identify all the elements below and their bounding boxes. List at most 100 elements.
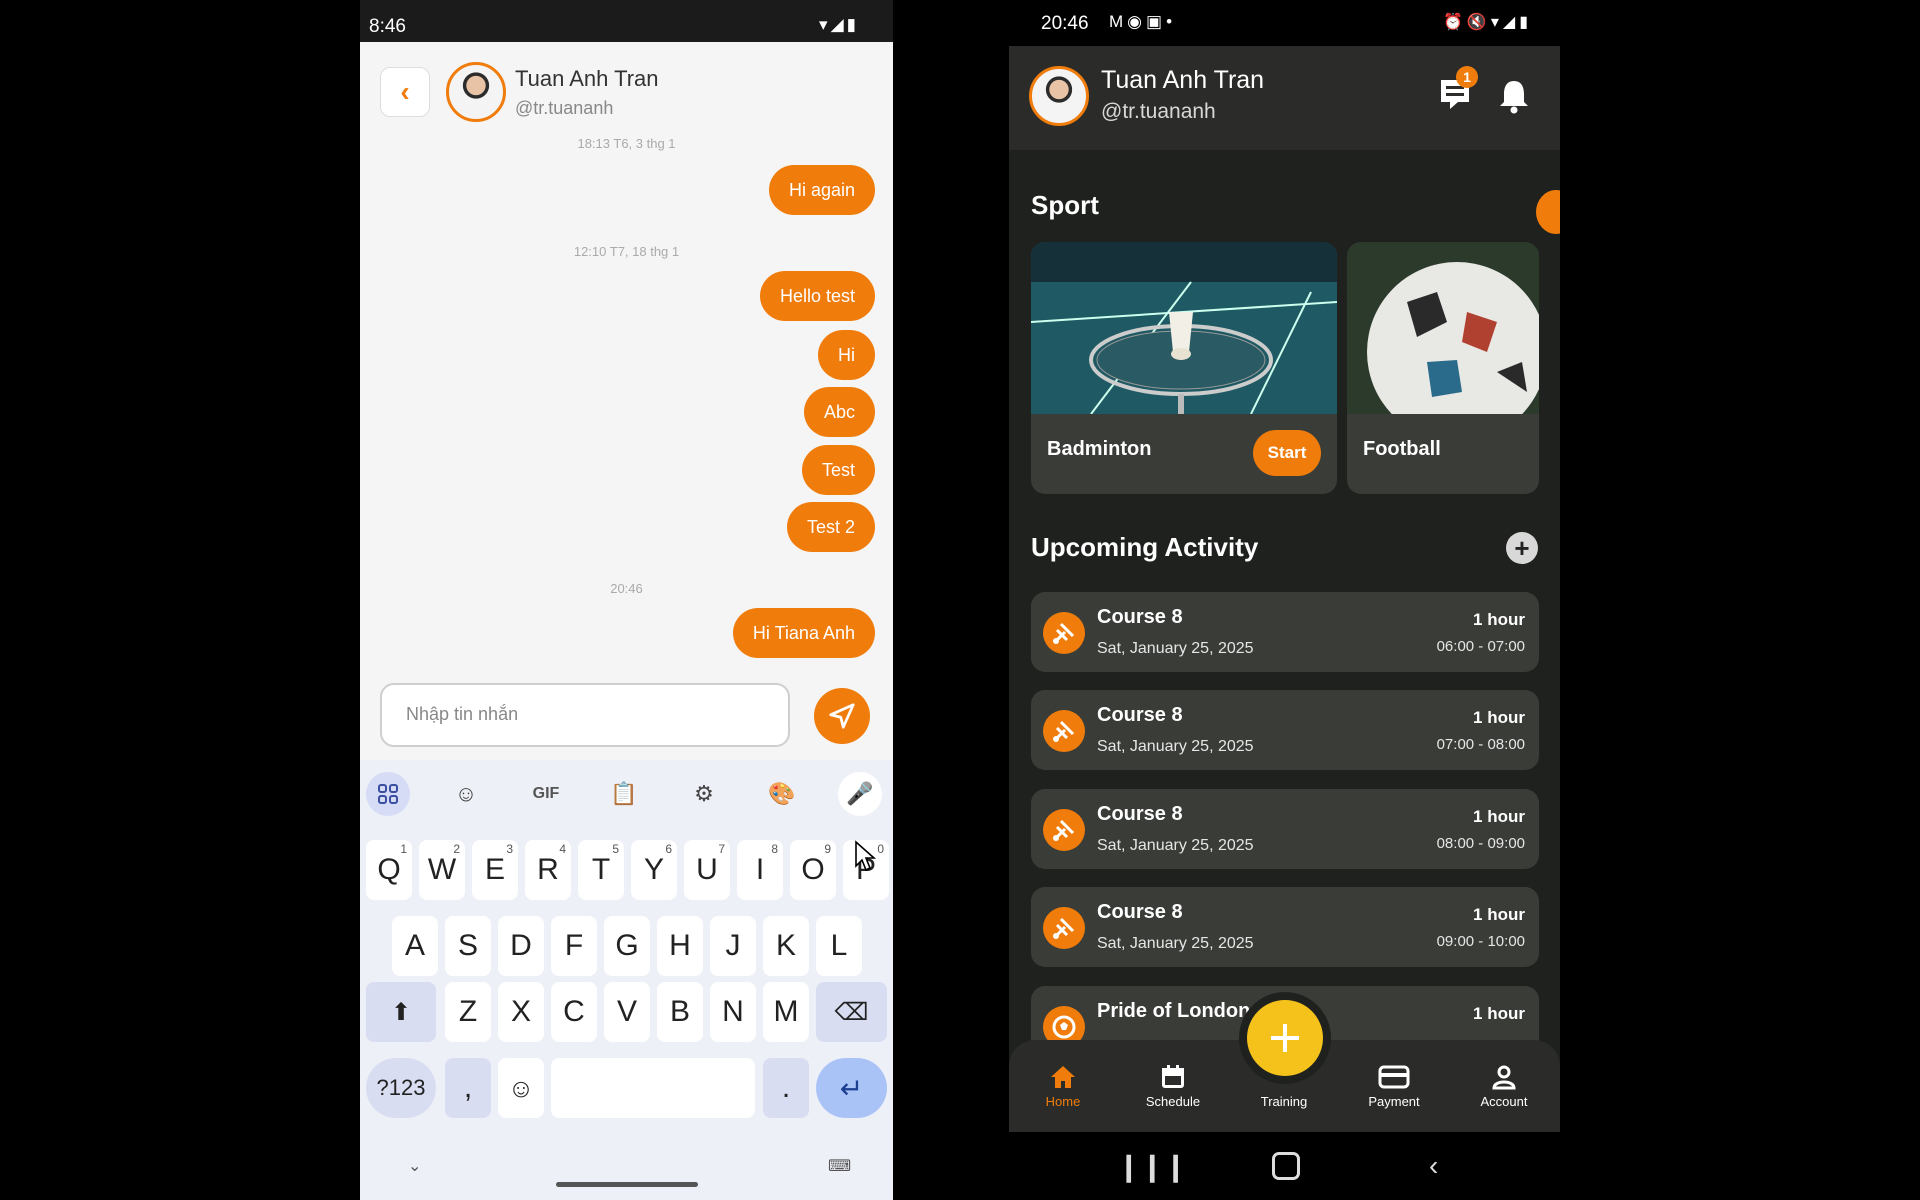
sport-label: Football	[1363, 438, 1441, 460]
activity-duration: 1 hour	[1473, 905, 1525, 924]
training-fab-button[interactable]	[1247, 1000, 1323, 1076]
avatar[interactable]	[1029, 66, 1089, 126]
key-s[interactable]: S	[445, 916, 491, 976]
backspace-key[interactable]: ⌫	[816, 982, 887, 1042]
message-input-box[interactable]	[380, 683, 790, 747]
enter-icon: ↵	[839, 1072, 864, 1104]
activity-card[interactable]: Course 8 Sat, January 25, 2025 1 hour 08…	[1031, 789, 1539, 869]
comma-key[interactable]: ,	[445, 1058, 491, 1118]
key-c[interactable]: C	[551, 982, 597, 1042]
space-key[interactable]	[551, 1058, 755, 1118]
message-list[interactable]: 18:13 T6, 3 thg 1 Hi again 12:10 T7, 18 …	[360, 136, 893, 672]
key-x[interactable]: X	[498, 982, 544, 1042]
nav-account[interactable]: Account	[1464, 1060, 1544, 1109]
unread-badge: 1	[1456, 66, 1478, 88]
activity-title: Course 8	[1097, 803, 1183, 825]
bell-icon	[1500, 81, 1528, 114]
send-icon	[829, 703, 855, 729]
start-button[interactable]: Start	[1253, 430, 1321, 476]
palette-icon[interactable]: 🎨	[760, 772, 804, 816]
activity-card[interactable]: Course 8 Sat, January 25, 2025 1 hour 09…	[1031, 887, 1539, 967]
key-q[interactable]: Q1	[366, 840, 412, 900]
message-bubble[interactable]: Hi again	[768, 165, 875, 215]
enter-key[interactable]: ↵	[816, 1058, 887, 1118]
period-key[interactable]: .	[763, 1058, 809, 1118]
key-z[interactable]: Z	[445, 982, 491, 1042]
shift-icon: ⬆	[390, 998, 412, 1026]
key-a[interactable]: A	[392, 916, 438, 976]
nav-label: Home	[1045, 1094, 1081, 1109]
key-e[interactable]: E3	[472, 840, 518, 900]
add-activity-button[interactable]: +	[1506, 532, 1538, 564]
messages-button[interactable]: 1	[1438, 66, 1478, 112]
key-v[interactable]: V	[604, 982, 650, 1042]
activity-card[interactable]: Course 8 Sat, January 25, 2025 1 hour 07…	[1031, 690, 1539, 770]
wifi-icon: ▾	[1490, 14, 1503, 31]
message-bubble[interactable]: Hi	[818, 330, 875, 380]
badminton-image	[1031, 242, 1337, 414]
activity-card[interactable]: Course 8 Sat, January 25, 2025 1 hour 06…	[1031, 592, 1539, 672]
status-time: 20:46	[1041, 13, 1089, 34]
nav-home[interactable]: Home	[1023, 1060, 1103, 1109]
message-bubble[interactable]: Hello test	[759, 271, 875, 321]
key-l[interactable]: L	[816, 916, 862, 976]
message-input[interactable]	[404, 703, 768, 726]
home-indicator[interactable]	[556, 1182, 698, 1187]
send-button[interactable]	[814, 688, 870, 744]
notifications-button[interactable]	[1497, 78, 1531, 119]
activity-duration: 1 hour	[1473, 610, 1525, 629]
floating-indicator[interactable]	[1536, 190, 1560, 234]
message-bubble[interactable]: Test	[801, 445, 875, 495]
apps-icon[interactable]	[366, 772, 410, 816]
nav-payment[interactable]: Payment	[1354, 1060, 1434, 1109]
nav-schedule[interactable]: Schedule	[1133, 1060, 1213, 1109]
gif-button[interactable]: GIF	[524, 772, 568, 816]
key-r[interactable]: R4	[525, 840, 571, 900]
dot-icon: •	[1166, 12, 1177, 31]
message-bubble[interactable]: Abc	[803, 387, 875, 437]
message-bubble[interactable]: Hi Tiana Anh	[732, 608, 875, 658]
key-o[interactable]: O9	[790, 840, 836, 900]
sport-card-football[interactable]: Football	[1347, 242, 1539, 494]
settings-icon[interactable]: ⚙	[682, 772, 726, 816]
back-nav-icon[interactable]: ‹	[1429, 1150, 1438, 1182]
activity-title: Course 8	[1097, 606, 1183, 628]
message-bubble[interactable]: Test 2	[786, 502, 875, 552]
nav-training[interactable]: Training	[1244, 1094, 1324, 1109]
key-i[interactable]: I8	[737, 840, 783, 900]
video-icon: ▣	[1146, 12, 1167, 31]
user-name: Tuan Anh Tran	[1101, 66, 1265, 94]
key-k[interactable]: K	[763, 916, 809, 976]
calendar-icon	[1162, 1065, 1184, 1088]
clipboard-icon[interactable]: 📋	[602, 772, 646, 816]
key-m[interactable]: M	[763, 982, 809, 1042]
key-t[interactable]: T5	[578, 840, 624, 900]
home-nav-icon[interactable]	[1272, 1152, 1300, 1180]
key-n[interactable]: N	[710, 982, 756, 1042]
key-g[interactable]: G	[604, 916, 650, 976]
sport-card-badminton[interactable]: Badminton Start	[1031, 242, 1337, 494]
hide-keyboard-icon[interactable]: ⌄	[408, 1156, 421, 1176]
key-y[interactable]: Y6	[631, 840, 677, 900]
avatar[interactable]	[446, 62, 506, 122]
back-button[interactable]: ‹	[380, 67, 430, 117]
chat-screen: 8:46 ▾◢▮ ‹ Tuan Anh Tran @tr.tuananh 18:…	[360, 0, 893, 1200]
key-j[interactable]: J	[710, 916, 756, 976]
keyboard-switch-icon[interactable]: ⌨	[828, 1156, 851, 1176]
key-f[interactable]: F	[551, 916, 597, 976]
alarm-icon: ⏰	[1443, 14, 1467, 31]
activity-duration: 1 hour	[1473, 807, 1525, 826]
recent-apps-icon[interactable]: ❙❙❙	[1117, 1150, 1187, 1183]
emoji-key[interactable]: ☺	[498, 1058, 544, 1118]
sticker-icon[interactable]: ☺	[444, 772, 488, 816]
key-d[interactable]: D	[498, 916, 544, 976]
key-u[interactable]: U7	[684, 840, 730, 900]
shift-key[interactable]: ⬆	[366, 982, 436, 1042]
microphone-icon[interactable]: 🎤	[838, 772, 882, 816]
key-b[interactable]: B	[657, 982, 703, 1042]
activity-duration: 1 hour	[1473, 1004, 1525, 1023]
key-h[interactable]: H	[657, 916, 703, 976]
nav-label: Schedule	[1145, 1094, 1201, 1109]
symbols-key[interactable]: ?123	[366, 1058, 436, 1118]
key-w[interactable]: W2	[419, 840, 465, 900]
